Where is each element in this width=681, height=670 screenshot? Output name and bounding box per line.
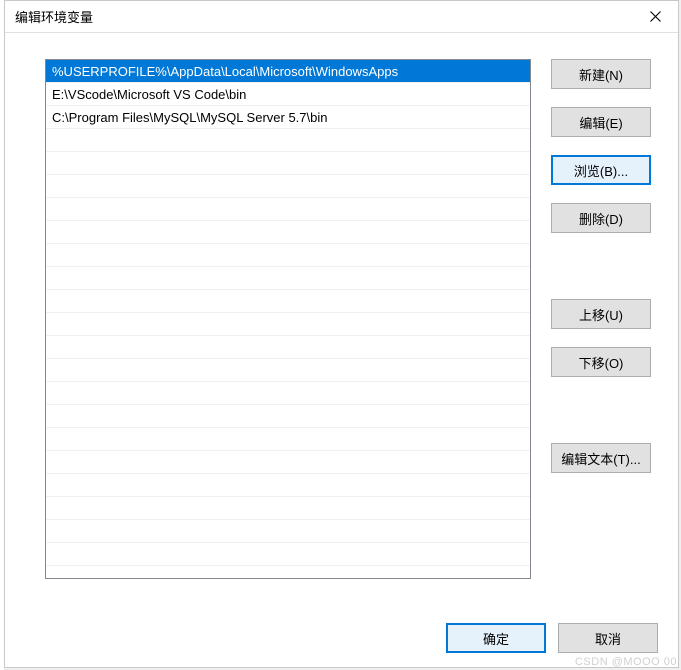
list-item[interactable]: C:\Program Files\MySQL\MySQL Server 5.7\… — [46, 106, 530, 129]
list-item-empty[interactable] — [46, 405, 530, 428]
content-area: %USERPROFILE%\AppData\Local\Microsoft\Wi… — [5, 33, 678, 667]
list-item-empty[interactable] — [46, 313, 530, 336]
watermark: CSDN @MOOO 00 — [575, 656, 677, 668]
list-item-empty[interactable] — [46, 221, 530, 244]
list-item-empty[interactable] — [46, 451, 530, 474]
list-item[interactable]: E:\VScode\Microsoft VS Code\bin — [46, 83, 530, 106]
list-item-empty[interactable] — [46, 359, 530, 382]
delete-button[interactable]: 删除(D) — [551, 203, 651, 233]
path-listbox[interactable]: %USERPROFILE%\AppData\Local\Microsoft\Wi… — [45, 59, 531, 579]
list-item-empty[interactable] — [46, 543, 530, 566]
list-item-empty[interactable] — [46, 520, 530, 543]
list-item-empty[interactable] — [46, 474, 530, 497]
cancel-button[interactable]: 取消 — [558, 623, 658, 653]
list-item-empty[interactable] — [46, 497, 530, 520]
list-item-empty[interactable] — [46, 267, 530, 290]
titlebar: 编辑环境变量 — [5, 1, 678, 33]
bottom-button-row: 确定 取消 — [45, 623, 658, 653]
movedown-button[interactable]: 下移(O) — [551, 347, 651, 377]
list-item-empty[interactable] — [46, 428, 530, 451]
list-item-empty[interactable] — [46, 175, 530, 198]
list-item-empty[interactable] — [46, 198, 530, 221]
list-item[interactable]: %USERPROFILE%\AppData\Local\Microsoft\Wi… — [46, 60, 530, 83]
list-item-empty[interactable] — [46, 152, 530, 175]
button-column: 新建(N) 编辑(E) 浏览(B)... 删除(D) 上移(U) 下移(O) 编… — [551, 59, 651, 589]
ok-button[interactable]: 确定 — [446, 623, 546, 653]
moveup-button[interactable]: 上移(U) — [551, 299, 651, 329]
list-item-empty[interactable] — [46, 382, 530, 405]
list-item-empty[interactable] — [46, 290, 530, 313]
dialog-title: 编辑环境变量 — [15, 7, 93, 26]
close-button[interactable] — [633, 2, 678, 32]
list-item-empty[interactable] — [46, 129, 530, 152]
new-button[interactable]: 新建(N) — [551, 59, 651, 89]
list-item-empty[interactable] — [46, 244, 530, 267]
browse-button[interactable]: 浏览(B)... — [551, 155, 651, 185]
close-icon — [650, 11, 661, 22]
env-variable-edit-dialog: 编辑环境变量 %USERPROFILE%\AppData\Local\Micro… — [4, 0, 679, 668]
edit-button[interactable]: 编辑(E) — [551, 107, 651, 137]
list-item-empty[interactable] — [46, 336, 530, 359]
edittext-button[interactable]: 编辑文本(T)... — [551, 443, 651, 473]
